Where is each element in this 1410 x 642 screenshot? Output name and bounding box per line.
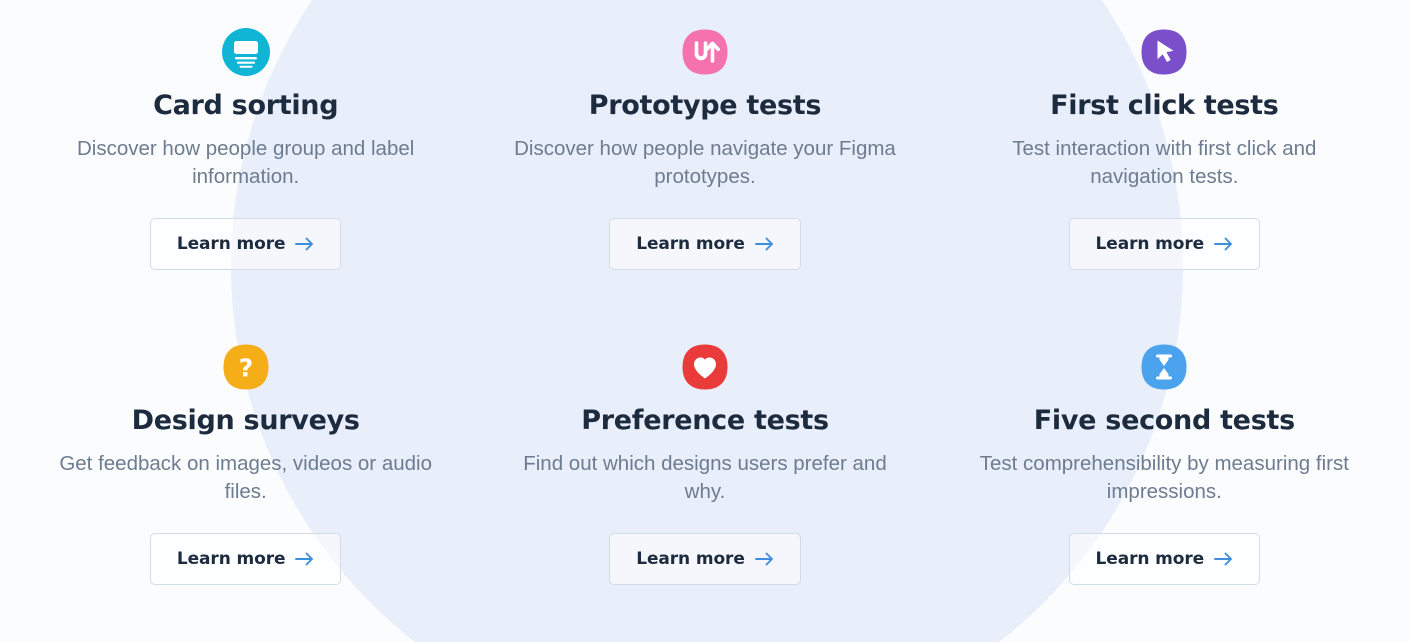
- learn-more-label: Learn more: [1095, 233, 1205, 254]
- arrow-right-icon: [1214, 237, 1233, 251]
- learn-more-label: Learn more: [176, 233, 286, 254]
- card-sorting-icon: [221, 28, 270, 76]
- learn-more-button-prototype-tests[interactable]: Learn more: [609, 217, 801, 270]
- feature-description: Test comprehensibility by measuring firs…: [979, 452, 1349, 504]
- feature-card-card-sorting: Card sorting Discover how people group a…: [16, 0, 475, 315]
- learn-more-button-five-second-tests[interactable]: Learn more: [1068, 532, 1261, 585]
- first-click-tests-icon: [1140, 28, 1188, 76]
- learn-more-label: Learn more: [176, 548, 286, 569]
- feature-card-five-second-tests: Five second tests Test comprehensibility…: [935, 315, 1394, 630]
- feature-title: Design surveys: [131, 405, 360, 436]
- feature-card-design-surveys: ? Design surveys Get feedback on images,…: [16, 315, 475, 630]
- feature-description: Discover how people navigate your Figma …: [514, 137, 896, 189]
- feature-card-prototype-tests: Prototype tests Discover how people navi…: [475, 0, 934, 315]
- feature-card-preference-tests: Preference tests Find out which designs …: [475, 315, 934, 630]
- feature-description: Discover how people group and label info…: [76, 137, 415, 189]
- prototype-tests-icon: [681, 28, 729, 76]
- feature-card-first-click-tests: First click tests Test interaction with …: [935, 0, 1394, 315]
- features-grid: Card sorting Discover how people group a…: [0, 0, 1410, 642]
- arrow-right-icon: [754, 552, 774, 566]
- arrow-right-icon: [295, 237, 314, 251]
- design-surveys-icon: ?: [222, 343, 270, 391]
- feature-description: Find out which designs users prefer and …: [523, 452, 887, 504]
- feature-title: First click tests: [1050, 90, 1279, 121]
- arrow-right-icon: [295, 552, 314, 566]
- arrow-right-icon: [754, 237, 774, 251]
- learn-more-label: Learn more: [636, 548, 745, 569]
- learn-more-button-preference-tests[interactable]: Learn more: [609, 532, 801, 585]
- feature-title: Prototype tests: [588, 90, 822, 121]
- learn-more-button-design-surveys[interactable]: Learn more: [149, 532, 342, 585]
- feature-description: Test interaction with first click and na…: [1012, 137, 1317, 189]
- feature-title: Preference tests: [581, 405, 829, 436]
- feature-description: Get feedback on images, videos or audio …: [59, 452, 432, 504]
- learn-more-button-first-click-tests[interactable]: Learn more: [1068, 217, 1261, 270]
- svg-text:?: ?: [238, 354, 253, 383]
- feature-title: Five second tests: [1033, 405, 1295, 436]
- learn-more-button-card-sorting[interactable]: Learn more: [149, 217, 342, 270]
- learn-more-label: Learn more: [636, 233, 745, 254]
- five-second-tests-icon: [1140, 343, 1188, 391]
- arrow-right-icon: [1214, 552, 1233, 566]
- feature-title: Card sorting: [153, 90, 339, 121]
- learn-more-label: Learn more: [1095, 548, 1205, 569]
- preference-tests-icon: [681, 343, 729, 391]
